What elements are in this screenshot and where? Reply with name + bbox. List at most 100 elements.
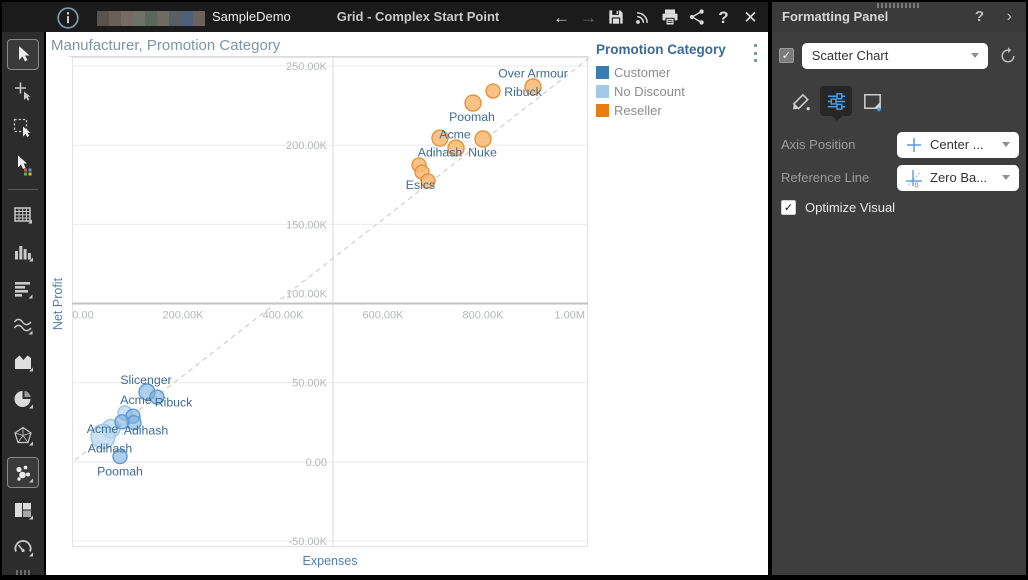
column-chart-tool[interactable]: [7, 236, 39, 267]
title-bar: SampleDemo Grid - Complex Start Point ← →…: [2, 2, 768, 32]
field-value: Zero Ba...: [930, 170, 988, 185]
close-icon[interactable]: ✕: [737, 3, 764, 31]
svg-text:1.00M: 1.00M: [554, 310, 585, 322]
legend-label: No Discount: [614, 84, 685, 99]
y-axis-title: Net Profit: [51, 277, 65, 331]
axis-position-dropdown[interactable]: Center ...: [897, 131, 1019, 158]
crosshair-pointer-tool[interactable]: [7, 76, 39, 107]
svg-text:100.00K: 100.00K: [286, 289, 328, 301]
optimize-visual-label: Optimize Visual: [805, 200, 896, 215]
pie-chart-tool[interactable]: [7, 384, 39, 415]
reference-line-dropdown[interactable]: 0 Zero Ba...: [897, 164, 1019, 191]
save-icon[interactable]: [602, 3, 629, 31]
chart-options-menu[interactable]: [749, 44, 761, 62]
legend-title: Promotion Category: [596, 42, 726, 57]
point-label: Acme: [87, 422, 119, 436]
toolbox-divider: [8, 189, 38, 191]
broadcast-icon[interactable]: [629, 3, 656, 31]
reset-icon[interactable]: [997, 45, 1019, 67]
appearance-tab[interactable]: [784, 86, 816, 116]
scatter-chart-tool[interactable]: [7, 457, 39, 489]
legend-label: Customer: [614, 65, 671, 80]
redacted-block: [181, 11, 193, 26]
formatting-panel-title: Formatting Panel: [782, 9, 889, 24]
optimize-visual-option[interactable]: ✓ Optimize Visual: [781, 200, 895, 215]
grid-item-tool[interactable]: [7, 199, 39, 230]
redacted-block: [133, 11, 145, 26]
chevron-down-icon: [971, 53, 980, 58]
titlebar-actions: ← →? ✕: [548, 2, 764, 32]
panel-help-icon[interactable]: ?: [975, 2, 984, 32]
legend-swatch: [596, 66, 609, 79]
redacted-block: [169, 11, 181, 26]
svg-text:400.00K: 400.00K: [263, 310, 305, 322]
field-value: Center ...: [930, 137, 984, 152]
zerobase-icon: 0: [904, 168, 924, 189]
redacted-toolbar-strip: [97, 11, 205, 26]
print-icon[interactable]: [656, 3, 683, 31]
app-window: SampleDemo Grid - Complex Start Point ← →…: [0, 0, 1028, 580]
scatter-plot[interactable]: 250.00K 200.00K 150.00K 100.00K 50.00K 0.00 -5…: [72, 57, 590, 548]
x-axis-title: Expenses: [302, 554, 358, 568]
svg-text:-50.00K: -50.00K: [288, 536, 327, 548]
share-icon[interactable]: [683, 3, 710, 31]
legend-item[interactable]: No Discount: [596, 84, 761, 99]
panel-field-row: Axis Position Center ...: [781, 131, 1019, 158]
help-icon[interactable]: ?: [710, 3, 737, 31]
redacted-block: [193, 11, 205, 26]
gauge-tool[interactable]: [7, 531, 39, 562]
chart-title: Manufacturer, Promotion Category: [51, 37, 281, 54]
svg-text:0.00: 0.00: [72, 310, 93, 322]
point-label: Ribuck: [504, 85, 542, 99]
point-label: Slicenger: [120, 373, 171, 387]
chart-type-dropdown[interactable]: Scatter Chart: [801, 42, 989, 69]
point-label: Adihash: [418, 145, 463, 159]
back-arrow-icon[interactable]: ←: [548, 3, 575, 31]
formatting-panel-header: Formatting Panel ? ›: [772, 2, 1026, 32]
radar-chart-tool[interactable]: [7, 421, 39, 452]
panel-collapse-icon[interactable]: ›: [1007, 2, 1012, 32]
style-tab[interactable]: [856, 86, 888, 116]
formatting-panel: ✓ Scatter Chart Axis Position Center ... R…: [772, 32, 1026, 575]
pointer-tool[interactable]: [7, 39, 39, 70]
svg-text:800.00K: 800.00K: [463, 310, 505, 322]
chart-legend: Promotion Category Customer No Discount Re…: [596, 42, 761, 122]
scatter-point-reseller[interactable]: [464, 94, 482, 112]
treemap-tool[interactable]: [7, 494, 39, 525]
legend-item[interactable]: Customer: [596, 65, 761, 80]
marquee-select-tool[interactable]: [7, 113, 39, 144]
toolbox-overflow-grip[interactable]: [16, 570, 30, 575]
svg-text:50.00K: 50.00K: [292, 378, 328, 390]
point-label: Esics: [406, 178, 435, 192]
redacted-block: [121, 11, 133, 26]
svg-text:0: 0: [915, 182, 919, 188]
forward-arrow-icon[interactable]: →: [575, 3, 602, 31]
document-title: Grid - Complex Start Point: [336, 9, 500, 24]
svg-text:600.00K: 600.00K: [363, 310, 405, 322]
chart-type-checkbox[interactable]: ✓: [779, 48, 794, 63]
area-chart-tool[interactable]: [7, 347, 39, 378]
bar-chart-tool[interactable]: [7, 273, 39, 304]
data-select-tool[interactable]: [7, 150, 39, 181]
scatter-point-reseller[interactable]: [485, 83, 501, 99]
line-chart-tool[interactable]: [7, 310, 39, 341]
optimize-visual-checkbox[interactable]: ✓: [781, 200, 796, 215]
info-icon[interactable]: [56, 6, 80, 30]
point-label: Acme: [120, 393, 152, 407]
chart-type-value: Scatter Chart: [811, 48, 889, 63]
redacted-block: [145, 11, 157, 26]
toolbox-sidebar: [2, 32, 44, 575]
legend-label: Reseller: [614, 103, 662, 118]
legend-swatch: [596, 104, 609, 117]
panel-field-row: Reference Line 0 Zero Ba...: [781, 164, 1019, 191]
point-label: Acme: [439, 128, 471, 142]
chevron-down-icon: [1002, 142, 1010, 147]
legend-item[interactable]: Reseller: [596, 103, 761, 118]
options-tab[interactable]: [820, 86, 852, 121]
product-label: SampleDemo: [212, 9, 291, 24]
point-label: Nuke: [468, 145, 497, 159]
point-label: Poomah: [97, 464, 143, 478]
redacted-block: [97, 11, 109, 26]
point-label: Over Armour: [498, 66, 568, 80]
field-label: Axis Position: [781, 137, 856, 152]
